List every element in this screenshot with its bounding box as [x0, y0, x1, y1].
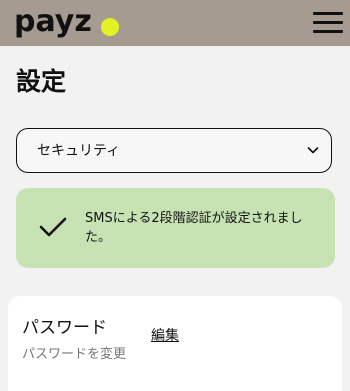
payz-logo[interactable]: payz: [14, 2, 92, 42]
section-select[interactable]: セキュリティ: [16, 128, 332, 173]
page-title: 設定: [16, 67, 67, 96]
success-alert: SMSによる2段階認証が設定されました。: [16, 188, 335, 268]
alert-message: SMSによる2段階認証が設定されました。: [85, 211, 303, 245]
password-card-subtitle: パスワードを変更: [22, 347, 127, 362]
password-card-title: パスワード: [22, 318, 107, 338]
hamburger-menu-icon[interactable]: [313, 11, 343, 35]
chevron-down-icon: [307, 147, 319, 154]
section-select-value: セキュリティ: [37, 143, 121, 159]
edit-password-link[interactable]: 編集: [151, 326, 179, 346]
password-card: パスワード パスワードを変更 編集: [8, 296, 342, 391]
app-header: payz: [0, 0, 350, 46]
checkmark-icon: [39, 217, 67, 237]
logo-dot: [101, 18, 119, 36]
